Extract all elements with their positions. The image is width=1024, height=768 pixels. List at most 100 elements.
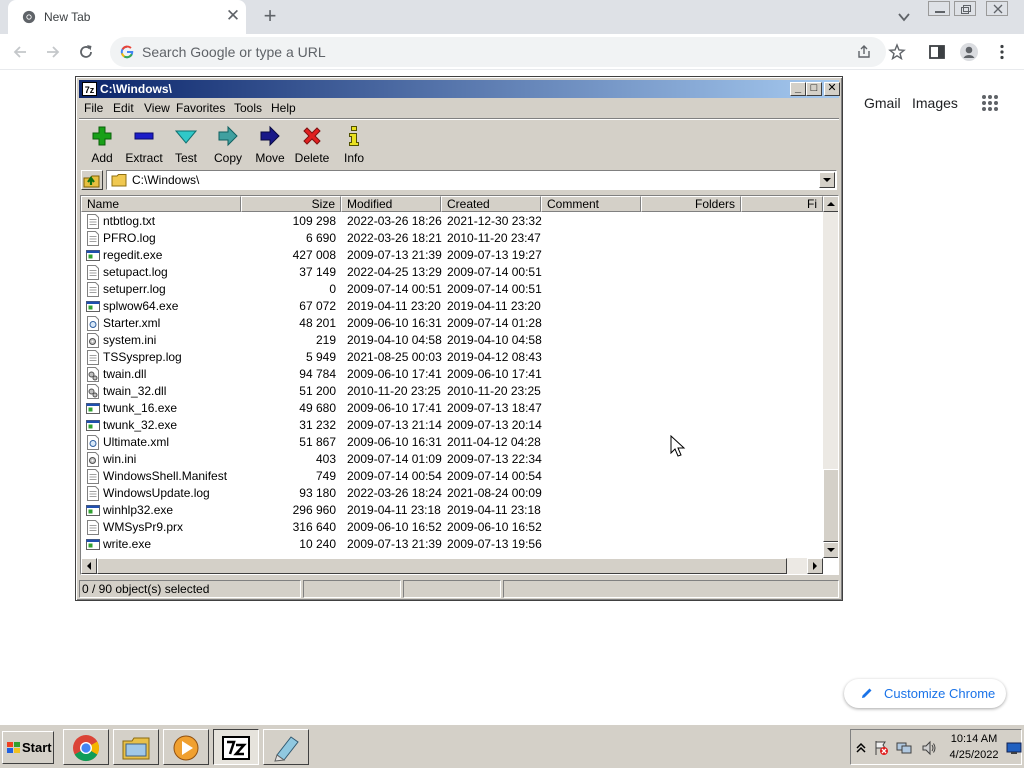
kebab-menu-icon[interactable] — [992, 42, 1012, 62]
column-files[interactable]: Fi — [741, 196, 823, 212]
table-row[interactable]: PFRO.log 6 690 2022-03-26 18:21 2010-11-20 … — [81, 230, 823, 247]
file-size: 51 200 — [299, 384, 336, 398]
path-combo[interactable]: C:\Windows\ — [106, 170, 837, 190]
network-icon[interactable] — [896, 740, 912, 756]
star-icon[interactable] — [888, 43, 906, 61]
column-name[interactable]: Name — [81, 196, 241, 212]
file-modified: 2009-07-13 21:39 — [347, 248, 442, 262]
table-row[interactable]: system.ini 219 2019-04-10 04:58 2019-04-10 … — [81, 332, 823, 349]
table-row[interactable]: Ultimate.xml 51 867 2009-06-10 16:31 2011-0… — [81, 434, 823, 451]
scroll-right-button[interactable] — [807, 558, 823, 574]
clock-time[interactable]: 10:14 AM — [946, 733, 1002, 745]
table-row[interactable]: win.ini 403 2009-07-14 01:09 2009-07-13 22:… — [81, 451, 823, 468]
side-panel-icon[interactable] — [927, 42, 947, 62]
images-link[interactable]: Images — [912, 95, 958, 111]
close-window-button[interactable] — [986, 1, 1008, 16]
column-comment[interactable]: Comment — [541, 196, 641, 212]
menu-file[interactable]: File — [84, 101, 103, 115]
google-apps-icon[interactable] — [981, 94, 999, 112]
minus-icon — [134, 132, 154, 140]
menu-favorites[interactable]: Favorites — [176, 101, 225, 115]
forward-arrow-icon[interactable] — [43, 42, 63, 62]
table-row[interactable]: twain.dll 94 784 2009-06-10 17:41 2009-06-1… — [81, 366, 823, 383]
file-created: 2009-06-10 17:41 — [447, 367, 542, 381]
horizontal-scrollbar[interactable] — [81, 558, 823, 574]
table-row[interactable]: winhlp32.exe 296 960 2019-04-11 23:18 2019-… — [81, 502, 823, 519]
tab-new-tab[interactable]: New Tab ✕ — [8, 0, 246, 34]
vertical-scrollbar[interactable] — [823, 196, 838, 558]
file-list[interactable]: Name Size Modified Created Comment Folde… — [80, 195, 839, 575]
horizontal-scroll-thumb[interactable] — [97, 558, 787, 574]
restore-button[interactable] — [954, 1, 976, 16]
table-row[interactable]: write.exe 10 240 2009-07-13 21:39 2009-07-1… — [81, 536, 823, 553]
action-center-flag-icon[interactable] — [873, 740, 889, 756]
copy-button[interactable]: Copy — [206, 122, 250, 166]
tab-close-icon[interactable]: ✕ — [224, 7, 242, 25]
table-row[interactable]: WindowsShell.Manifest 749 2009-07-14 00:54… — [81, 468, 823, 485]
sevenzip-titlebar[interactable]: 7z C:\Windows\ _ □ ✕ — [79, 80, 840, 98]
clock-date[interactable]: 4/25/2022 — [946, 749, 1002, 761]
info-button[interactable]: Info — [332, 122, 376, 166]
scroll-left-button[interactable] — [81, 558, 97, 574]
table-row[interactable]: WindowsUpdate.log 93 180 2022-03-26 18:24 2… — [81, 485, 823, 502]
scroll-down-button[interactable] — [823, 542, 838, 558]
taskbar-notepad-button[interactable] — [263, 729, 309, 765]
profile-avatar-icon[interactable] — [959, 42, 979, 62]
file-name: ntbtlog.txt — [103, 214, 156, 228]
path-dropdown-button[interactable] — [819, 172, 835, 188]
customize-chrome-label: Customize Chrome — [884, 686, 996, 701]
omnibox[interactable]: Search Google or type a URL — [110, 37, 906, 67]
file-created: 2009-07-14 01:28 — [447, 316, 542, 330]
column-created[interactable]: Created — [441, 196, 541, 212]
chevron-down-icon[interactable] — [896, 9, 912, 25]
menu-edit[interactable]: Edit — [113, 101, 134, 115]
file-modified: 2019-04-10 04:58 — [347, 333, 442, 347]
sevenzip-minimize-button[interactable]: _ — [790, 82, 806, 96]
taskbar-chrome-button[interactable] — [63, 729, 109, 765]
table-row[interactable]: splwow64.exe 67 072 2019-04-11 23:20 2019-0… — [81, 298, 823, 315]
customize-chrome-button[interactable]: Customize Chrome — [844, 679, 1006, 708]
start-button[interactable]: Start — [2, 731, 54, 764]
table-row[interactable]: twunk_32.exe 31 232 2009-07-13 21:14 2009-0… — [81, 417, 823, 434]
scroll-up-button[interactable] — [823, 196, 838, 212]
column-size[interactable]: Size — [241, 196, 341, 212]
table-row[interactable]: ntbtlog.txt 109 298 2022-03-26 18:26 2021-1… — [81, 213, 823, 230]
up-folder-button[interactable] — [81, 170, 103, 190]
table-row[interactable]: twunk_16.exe 49 680 2009-06-10 17:41 2009-0… — [81, 400, 823, 417]
test-button[interactable]: Test — [164, 122, 208, 166]
xml-file-icon — [87, 316, 99, 331]
delete-button[interactable]: Delete — [290, 122, 334, 166]
menu-help[interactable]: Help — [271, 101, 296, 115]
table-row[interactable]: twain_32.dll 51 200 2010-11-20 23:25 2010-1… — [81, 383, 823, 400]
menu-view[interactable]: View — [144, 101, 170, 115]
move-button[interactable]: Move — [248, 122, 292, 166]
taskbar-explorer-button[interactable] — [113, 729, 159, 765]
reload-icon[interactable] — [76, 42, 96, 62]
file-name: twunk_16.exe — [103, 401, 178, 415]
new-tab-button[interactable]: + — [258, 5, 282, 29]
file-created: 2019-04-12 08:43 — [447, 350, 542, 364]
column-folders[interactable]: Folders — [641, 196, 741, 212]
table-row[interactable]: regedit.exe 427 008 2009-07-13 21:39 2009-0… — [81, 247, 823, 264]
column-modified[interactable]: Modified — [341, 196, 441, 212]
back-arrow-icon[interactable] — [10, 42, 30, 62]
extract-button[interactable]: Extract — [122, 122, 166, 166]
table-row[interactable]: setuperr.log 0 2009-07-14 00:51 2009-07-14 … — [81, 281, 823, 298]
taskbar-7zip-button[interactable] — [213, 729, 259, 765]
taskbar-media-player-button[interactable] — [163, 729, 209, 765]
table-row[interactable]: WMSysPr9.prx 316 640 2009-06-10 16:52 2009-… — [81, 519, 823, 536]
minimize-button[interactable] — [928, 1, 950, 16]
share-icon[interactable] — [856, 44, 872, 60]
show-desktop-icon[interactable] — [1006, 740, 1022, 756]
gmail-link[interactable]: Gmail — [864, 95, 901, 111]
volume-icon[interactable] — [921, 740, 937, 756]
sevenzip-maximize-button[interactable]: □ — [806, 82, 822, 96]
sevenzip-close-button[interactable]: ✕ — [824, 82, 840, 96]
table-row[interactable]: setupact.log 37 149 2022-04-25 13:29 2009-0… — [81, 264, 823, 281]
table-row[interactable]: Starter.xml 48 201 2009-06-10 16:31 2009-07… — [81, 315, 823, 332]
vertical-scroll-thumb[interactable] — [823, 469, 838, 542]
table-row[interactable]: TSSysprep.log 5 949 2021-08-25 00:03 2019-0… — [81, 349, 823, 366]
chevron-up-icon[interactable] — [853, 740, 869, 756]
menu-tools[interactable]: Tools — [234, 101, 262, 115]
add-button[interactable]: Add — [80, 122, 124, 166]
